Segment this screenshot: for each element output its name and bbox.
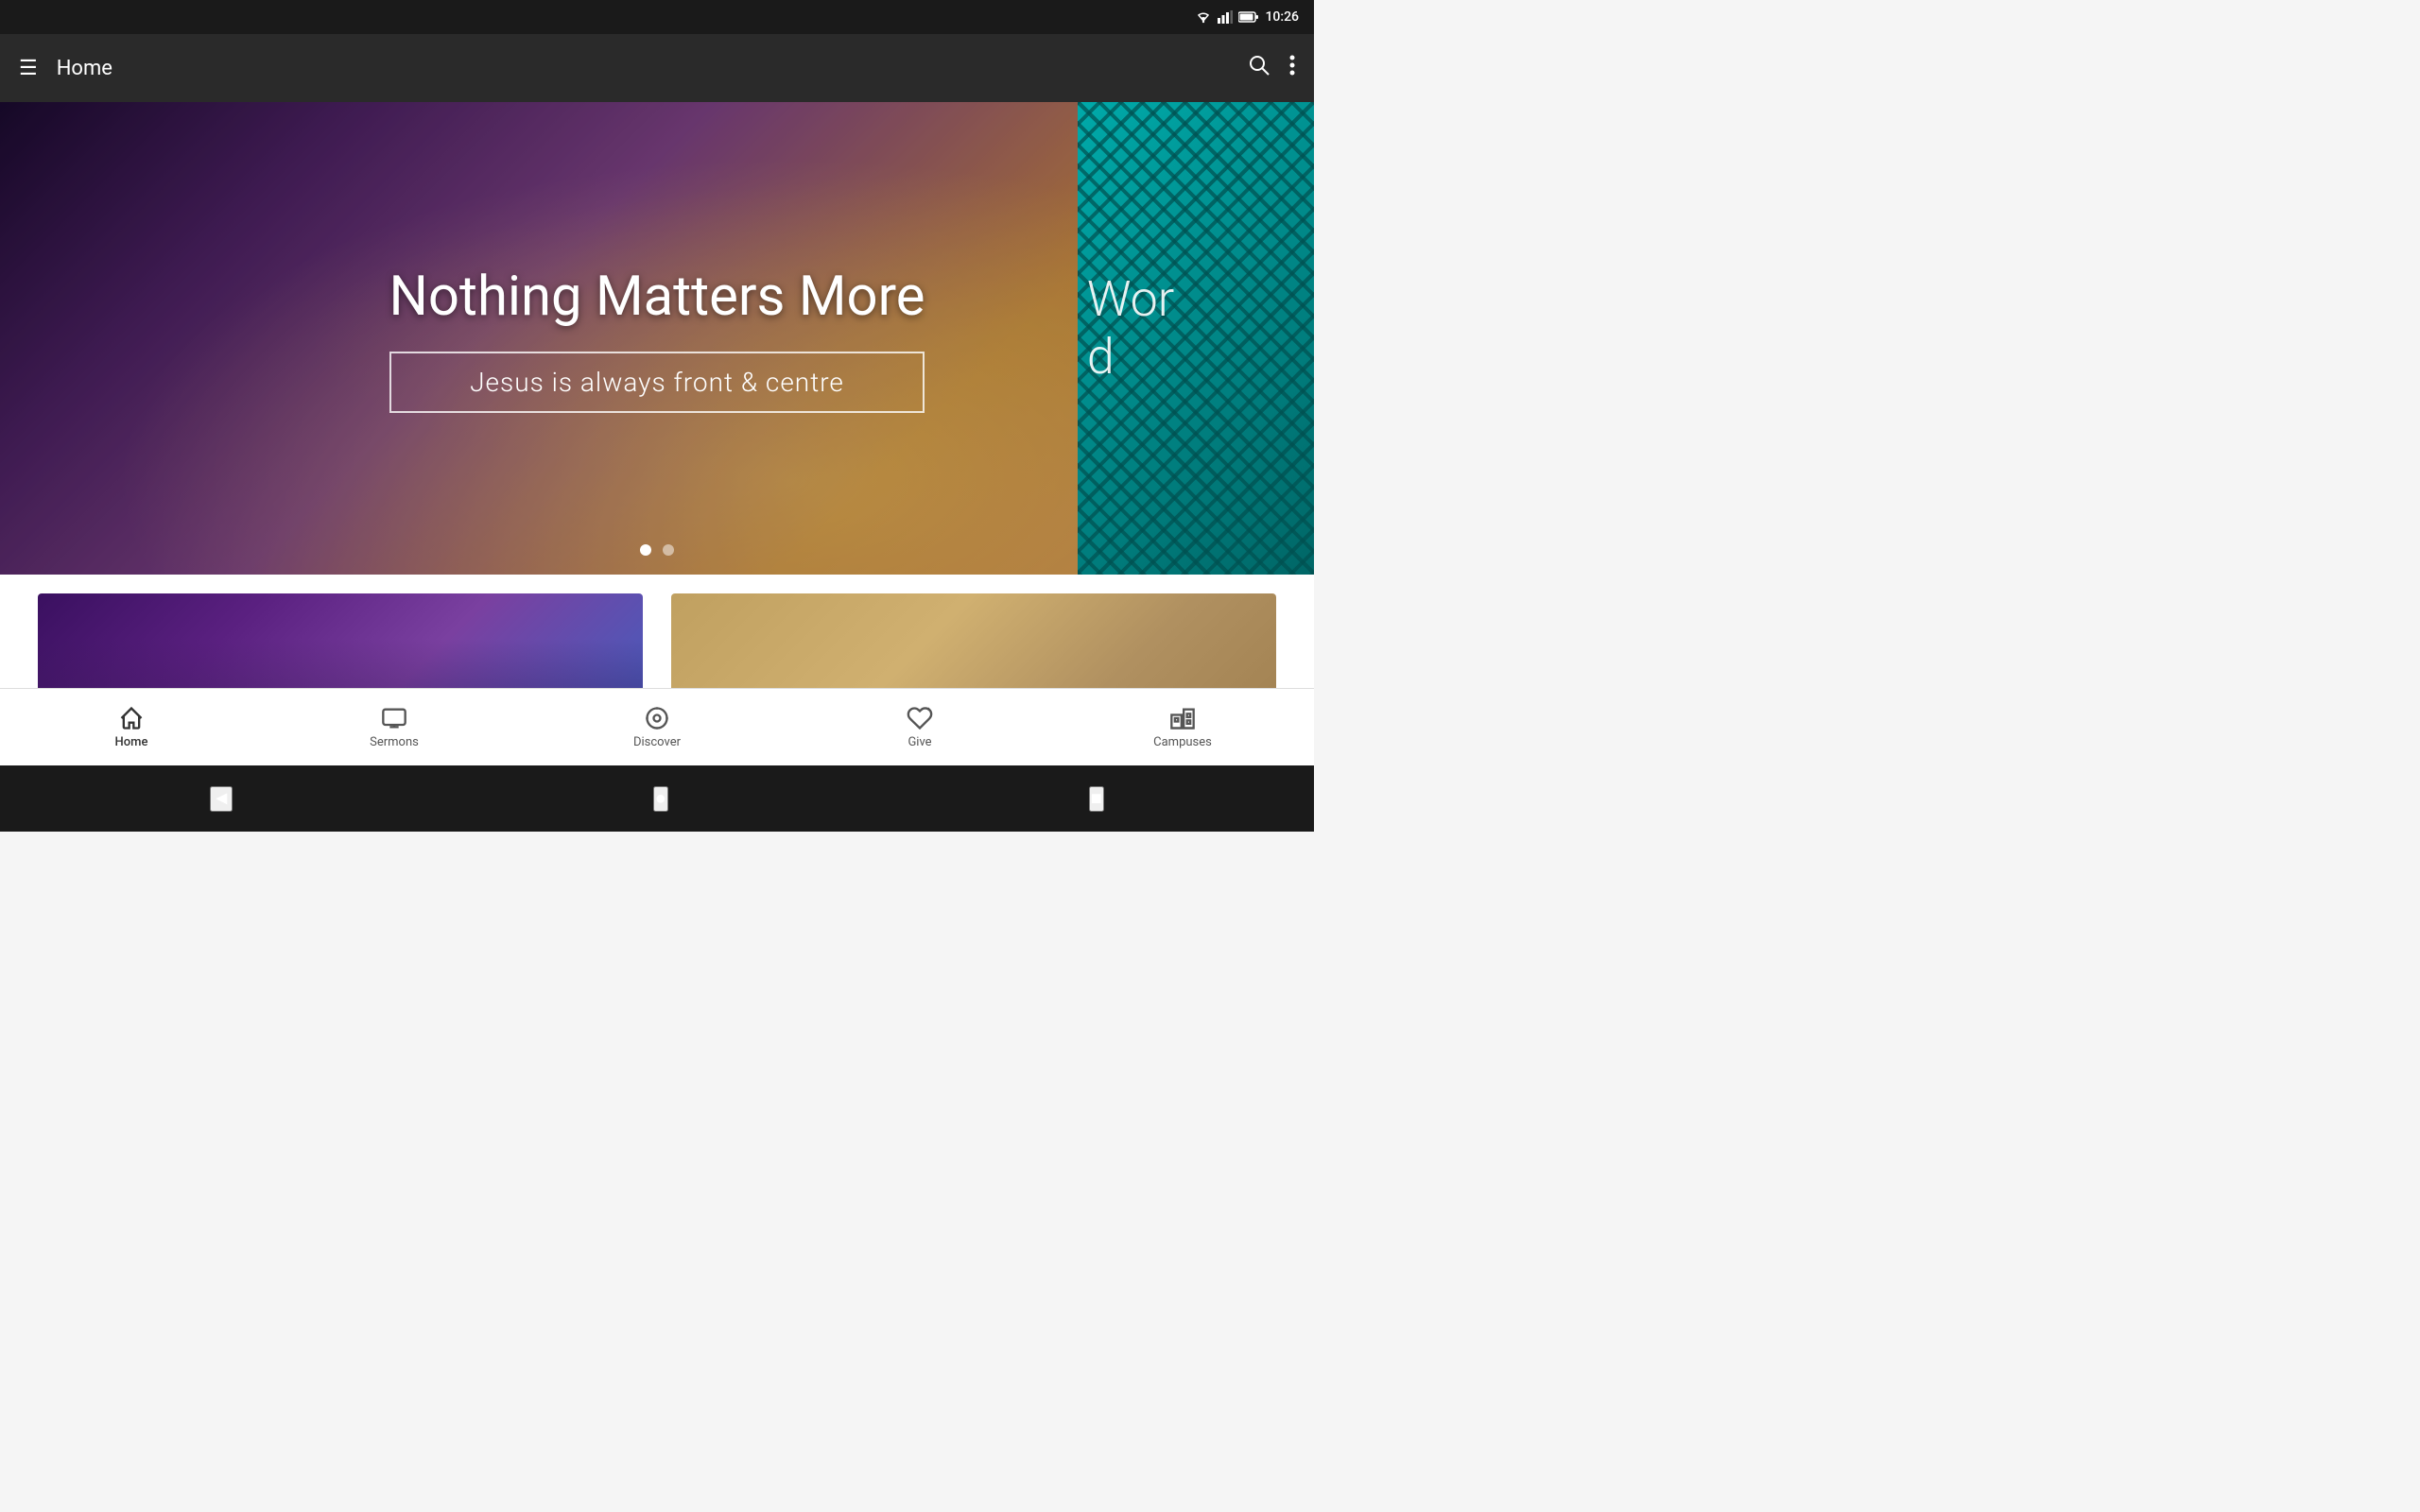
carousel-dot-1[interactable] [640,544,651,556]
carousel-dots [640,544,674,556]
app-bar-left: ☰ Home [19,56,112,80]
heart-icon [907,705,933,731]
recent-apps-button[interactable]: ■ [1089,786,1104,812]
carousel-dot-2[interactable] [663,544,674,556]
status-bar: 10:26 [0,0,1314,34]
hero-content: Nothing Matters More Jesus is always fro… [389,265,925,413]
discover-icon [644,705,670,731]
status-icons: 10:26 [1195,9,1299,25]
campuses-icon [1169,705,1196,731]
home-button[interactable]: ● [653,786,668,812]
system-nav: ◄ ● ■ [0,765,1314,832]
hamburger-menu-button[interactable]: ☰ [19,56,38,80]
nav-item-campuses[interactable]: Campuses [1051,697,1314,757]
hero-slide-1: Nothing Matters More Jesus is always fro… [0,102,1314,575]
app-title: Home [57,57,112,80]
bottom-nav: Home Sermons Discover Give [0,688,1314,765]
app-bar-right [1248,54,1295,82]
nav-label-discover: Discover [633,735,681,749]
nav-item-give[interactable]: Give [788,697,1051,757]
nav-item-sermons[interactable]: Sermons [263,697,526,757]
tv-icon [381,705,407,731]
nav-item-discover[interactable]: Discover [526,697,788,757]
search-button[interactable] [1248,54,1270,82]
hero-carousel[interactable]: Word Nothing Matters More Jesus is alway… [0,102,1314,575]
signal-icon [1218,10,1233,24]
nav-label-campuses: Campuses [1153,735,1212,749]
hero-main-title: Nothing Matters More [389,265,925,329]
home-icon [118,705,145,731]
nav-label-sermons: Sermons [370,735,419,749]
wifi-icon [1195,10,1212,24]
hero-subtitle: Jesus is always front & centre [389,352,925,413]
back-button[interactable]: ◄ [210,786,233,812]
more-options-button[interactable] [1289,54,1295,82]
search-icon [1248,54,1270,77]
battery-icon [1238,11,1259,23]
nav-label-give: Give [908,735,931,749]
more-icon [1289,54,1295,77]
status-time: 10:26 [1265,9,1299,25]
nav-item-home[interactable]: Home [0,697,263,757]
app-bar: ☰ Home [0,34,1314,102]
nav-label-home: Home [115,735,148,749]
